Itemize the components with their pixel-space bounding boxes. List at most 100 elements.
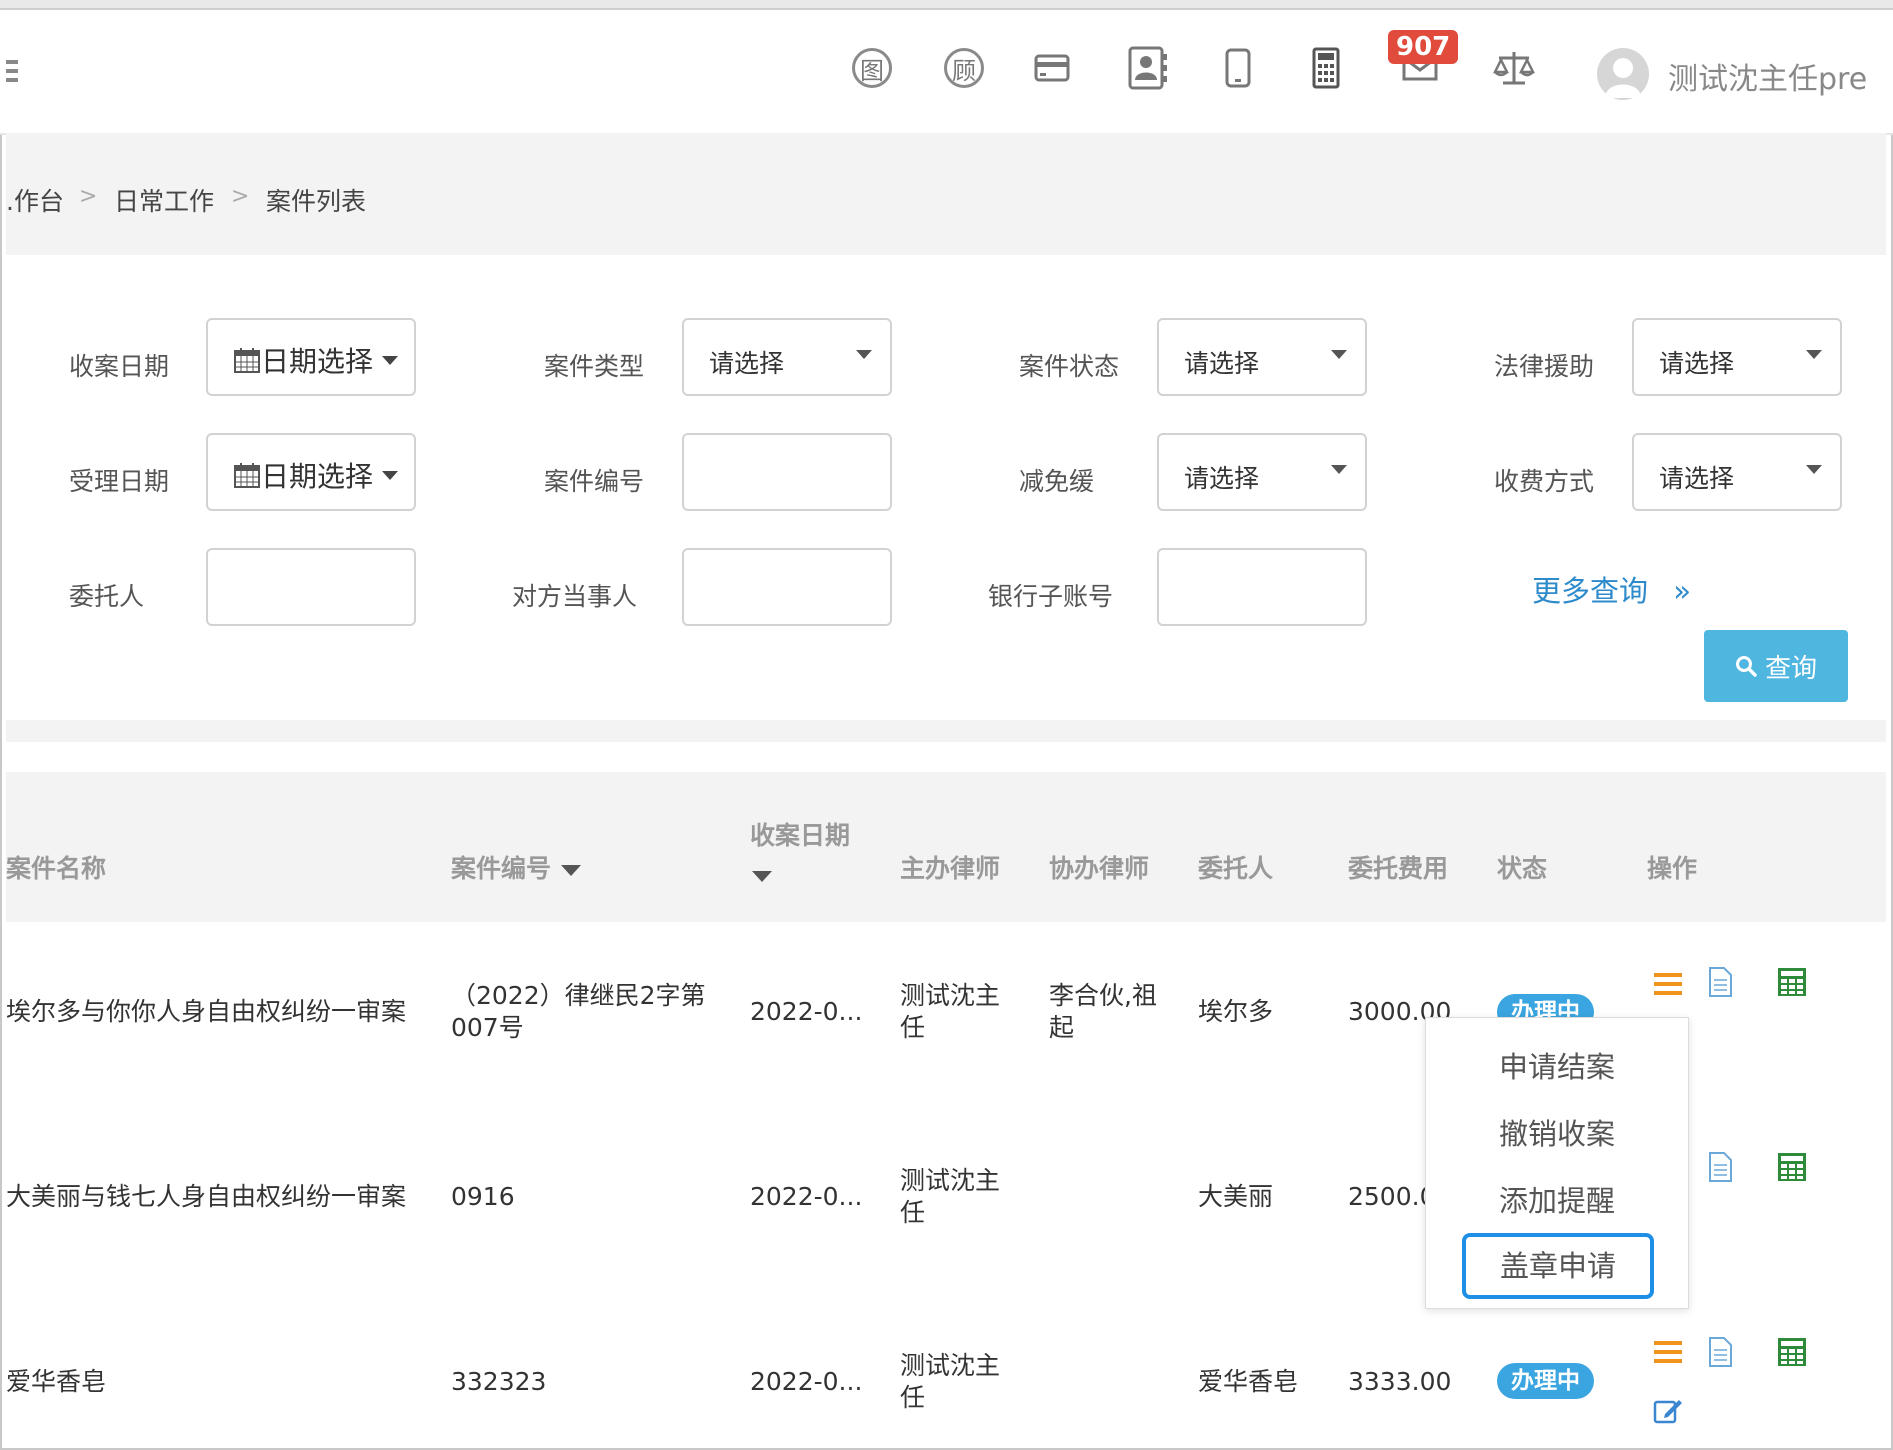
- breadcrumb-daily-work[interactable]: 日常工作: [114, 182, 214, 218]
- document-icon[interactable]: [1704, 966, 1736, 998]
- case-status-value: 请选择: [1184, 349, 1260, 378]
- gu-icon[interactable]: 顾: [938, 42, 990, 94]
- caret-down-icon: [382, 356, 398, 365]
- accept-date-value: 日期选择: [261, 460, 374, 493]
- label-client: 委托人: [69, 582, 145, 611]
- contacts-icon[interactable]: [1122, 42, 1174, 94]
- query-button-label: 查询: [1764, 653, 1817, 684]
- calendar-icon: [234, 463, 260, 488]
- label-opposing-party: 对方当事人: [512, 582, 638, 611]
- reduction-value: 请选择: [1184, 464, 1260, 493]
- calculator-icon[interactable]: [1300, 42, 1352, 94]
- menu-item-revoke-intake[interactable]: 撤销收案: [1426, 1111, 1688, 1153]
- table-icon[interactable]: [1776, 966, 1808, 998]
- menu-item-apply-close[interactable]: 申请结案: [1426, 1044, 1688, 1086]
- label-accept-date: 受理日期: [69, 467, 170, 496]
- cell-case-name[interactable]: 埃尔多与你你人身自由权纠纷一审案: [6, 996, 406, 1028]
- cell-intake-date: 2022-0...: [750, 1182, 863, 1211]
- table-icon[interactable]: [1776, 1151, 1808, 1183]
- breadcrumb-separator: >: [79, 184, 98, 209]
- case-type-select[interactable]: 请选择: [682, 318, 892, 396]
- label-reduction: 减免缓: [1019, 467, 1095, 496]
- table-icon[interactable]: [1776, 1336, 1808, 1368]
- case-number-input[interactable]: [682, 433, 892, 511]
- bank-subaccount-input[interactable]: [1157, 548, 1367, 626]
- table-header: [6, 772, 1886, 922]
- mobile-icon[interactable]: [1212, 42, 1264, 94]
- menu-item-seal-request[interactable]: 盖章申请: [1462, 1233, 1654, 1299]
- breadcrumb-workbench[interactable]: .作台: [6, 182, 64, 218]
- query-button[interactable]: 查询: [1704, 630, 1848, 702]
- col-case-name: 案件名称: [6, 854, 107, 883]
- col-actions: 操作: [1647, 854, 1698, 883]
- cell-lead-lawyer: 测试沈主任: [900, 981, 1001, 1042]
- fee-method-value: 请选择: [1659, 464, 1735, 493]
- card-icon[interactable]: [1026, 42, 1078, 94]
- col-intake-date-label: 收案日期: [750, 821, 851, 850]
- label-fee-method: 收费方式: [1494, 467, 1595, 496]
- sort-caret-icon: [561, 864, 582, 876]
- col-case-number[interactable]: 案件编号: [451, 849, 582, 885]
- top-strip: [0, 0, 1893, 10]
- section-divider: [6, 720, 1886, 742]
- cell-lead-lawyer: 测试沈主任: [900, 1166, 1001, 1227]
- opposing-party-input[interactable]: [682, 548, 892, 626]
- fee-method-select[interactable]: 请选择: [1632, 433, 1842, 511]
- menu-icon[interactable]: [1652, 1336, 1684, 1368]
- col-fee: 委托费用: [1348, 854, 1449, 883]
- caret-down-icon: [1331, 350, 1347, 359]
- avatar[interactable]: [1597, 48, 1649, 100]
- cell-fee: 3333.00: [1348, 1367, 1452, 1396]
- intake-date-picker[interactable]: 日期选择: [206, 318, 416, 396]
- menu-item-add-reminder[interactable]: 添加提醒: [1426, 1178, 1688, 1220]
- scales-icon[interactable]: [1488, 42, 1540, 94]
- accept-date-text: 日期选择: [233, 455, 373, 495]
- caret-down-icon: [1331, 465, 1347, 474]
- status-badge: 办理中: [1497, 1363, 1594, 1399]
- cell-intake-date: 2022-0...: [750, 1367, 863, 1396]
- cell-case-number: （2022）律继民2字第007号: [451, 981, 706, 1042]
- document-icon[interactable]: [1704, 1151, 1736, 1183]
- client-input[interactable]: [206, 548, 416, 626]
- cell-case-number: 332323: [451, 1367, 547, 1396]
- label-case-type: 案件类型: [544, 352, 645, 381]
- legal-aid-select[interactable]: 请选择: [1632, 318, 1842, 396]
- cell-case-name[interactable]: 爱华香皂: [6, 1366, 106, 1398]
- case-type-value: 请选择: [709, 349, 785, 378]
- reduction-select[interactable]: 请选择: [1157, 433, 1367, 511]
- case-status-select[interactable]: 请选择: [1157, 318, 1367, 396]
- cell-lead-lawyer: 测试沈主任: [900, 1351, 1001, 1412]
- edit-icon[interactable]: [1652, 1394, 1684, 1426]
- accept-date-picker[interactable]: 日期选择: [206, 433, 416, 511]
- caret-down-icon: [1806, 350, 1822, 359]
- col-status: 状态: [1497, 854, 1548, 883]
- col-intake-date[interactable]: 收案日期: [750, 816, 850, 889]
- cell-assist-lawyer: 李合伙,祖起: [1049, 981, 1157, 1042]
- search-icon: [1735, 656, 1757, 677]
- breadcrumb-case-list: 案件列表: [266, 187, 367, 216]
- intake-date-text: 日期选择: [233, 340, 373, 380]
- hamburger-menu-icon[interactable]: [6, 60, 18, 90]
- col-case-number-label: 案件编号: [451, 854, 552, 883]
- cell-case-name[interactable]: 大美丽与钱七人身自由权纠纷一审案: [6, 1181, 406, 1213]
- more-query-label: 更多查询: [1532, 574, 1649, 608]
- menu-icon[interactable]: [1652, 968, 1684, 1000]
- mail-count-badge: 907: [1388, 30, 1459, 64]
- double-chevron-right-icon: »: [1673, 574, 1691, 608]
- more-query-link[interactable]: 更多查询 »: [1532, 568, 1691, 610]
- col-client: 委托人: [1198, 854, 1274, 883]
- caret-down-icon: [1806, 465, 1822, 474]
- label-bank-subaccount: 银行子账号: [988, 582, 1114, 611]
- tu-icon-char: 图: [852, 48, 892, 88]
- document-icon[interactable]: [1704, 1336, 1736, 1368]
- username[interactable]: 测试沈主任pre: [1668, 54, 1867, 98]
- label-case-status: 案件状态: [1019, 352, 1120, 381]
- tu-icon[interactable]: 图: [846, 42, 898, 94]
- caret-down-icon: [856, 350, 872, 359]
- gu-icon-char: 顾: [944, 48, 984, 88]
- breadcrumb-separator: >: [231, 184, 250, 209]
- cell-client: 爱华香皂: [1198, 1367, 1299, 1396]
- label-legal-aid: 法律援助: [1494, 352, 1595, 381]
- cell-client: 大美丽: [1198, 1182, 1274, 1211]
- legal-aid-value: 请选择: [1659, 349, 1735, 378]
